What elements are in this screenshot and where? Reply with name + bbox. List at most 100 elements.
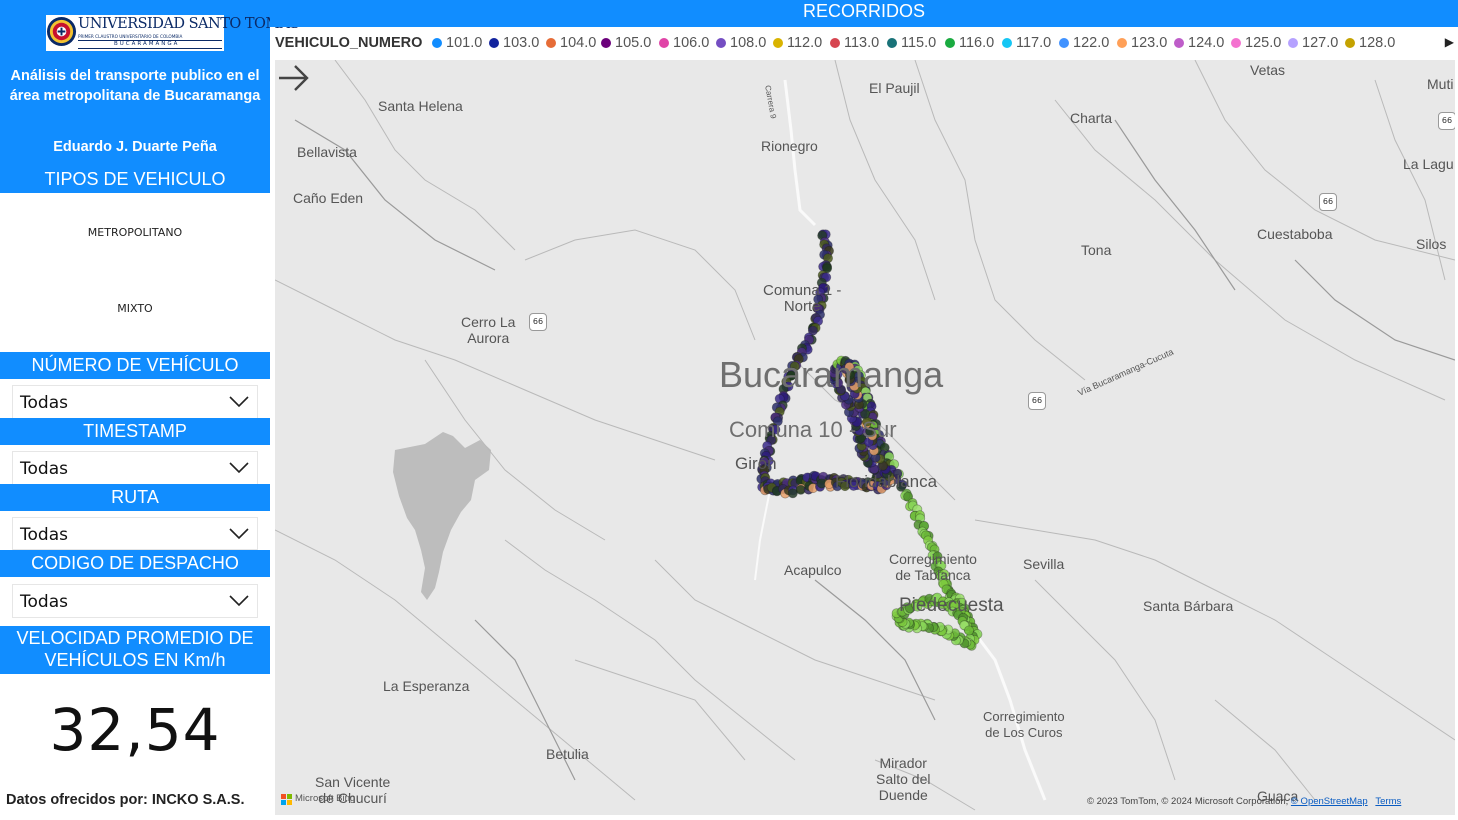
- route-shield: 66: [529, 313, 547, 331]
- place-label: Caño Eden: [293, 190, 364, 206]
- place-label: Girón: [735, 454, 777, 473]
- arrow-right-icon[interactable]: [275, 60, 311, 96]
- place-label-line: de Los Curos: [985, 725, 1063, 740]
- terms-link[interactable]: Terms: [1375, 796, 1401, 807]
- dropdown-value: Todas: [20, 592, 68, 612]
- place-label: La Esperanza: [383, 678, 470, 694]
- place-label-line: Norte: [783, 298, 821, 315]
- place-label: Cerro La Aurora: [461, 314, 515, 346]
- legend-item-112-0[interactable]: 112.0: [773, 35, 822, 51]
- report-author: Eduardo J. Duarte Peña: [53, 139, 217, 155]
- place-label: Rionegro: [761, 138, 818, 154]
- legend-item-122-0[interactable]: 122.0: [1059, 35, 1109, 51]
- ruta-dropdown[interactable]: Todas: [12, 517, 258, 550]
- codigo-despacho-header: CODIGO DE DESPACHO: [0, 550, 270, 577]
- chevron-down-icon: [229, 462, 249, 474]
- legend-item-117-0[interactable]: 117.0: [1002, 35, 1051, 51]
- place-label-line: Cerro La: [461, 314, 516, 330]
- legend-item-101-0[interactable]: 101.0: [432, 35, 482, 51]
- place-label: Corregimiento de Tablanca: [889, 551, 977, 583]
- tipos-vehiculo-header: TIPOS DE VEHICULO: [0, 166, 270, 193]
- velocidad-promedio-card: 32,54: [49, 696, 221, 764]
- place-label: Sevilla: [1023, 556, 1065, 572]
- legend-item-104-0[interactable]: 104.0: [546, 35, 596, 51]
- place-label-line: Duende: [878, 787, 928, 803]
- slicer-item-mixto[interactable]: MIXTO: [0, 302, 270, 315]
- place-label-line: de Tablanca: [895, 567, 971, 583]
- report-title: Análisis del transporte publico en el ár…: [9, 68, 261, 104]
- slicer-item-metropolitano[interactable]: METROPOLITANO: [0, 226, 270, 239]
- place-label: Cuestaboba: [1257, 226, 1333, 242]
- legend-label: 103.0: [503, 35, 540, 51]
- place-label-line: Salto del: [876, 771, 931, 787]
- place-label: Mirador Salto del Duende: [876, 755, 930, 803]
- legend-item-105-0[interactable]: 105.0: [601, 35, 651, 51]
- legend-item-113-0[interactable]: 113.0: [830, 35, 879, 51]
- legend-label: 104.0: [560, 35, 597, 51]
- legend-dot: [716, 38, 726, 48]
- place-label: Silos: [1416, 236, 1447, 252]
- recorridos-title: RECORRIDOS: [270, 0, 1458, 27]
- legend-scroll-right-icon[interactable]: ▶: [1445, 35, 1454, 49]
- velocidad-promedio-header: VELOCIDAD PROMEDIO DE VEHÍCULOS EN Km/h: [0, 626, 270, 674]
- legend-dot: [432, 38, 442, 48]
- place-label: Comuna 10 - Sur: [729, 417, 897, 442]
- openstreetmap-link[interactable]: © OpenStreetMap: [1291, 796, 1368, 807]
- legend-item-106-0[interactable]: 106.0: [659, 35, 709, 51]
- map-visual[interactable]: Santa Helena El Paujil Charta Vetas Muti…: [275, 60, 1455, 815]
- logo-divider: [78, 48, 222, 49]
- legend-dot: [945, 38, 955, 48]
- legend-dot: [489, 38, 499, 48]
- codigo-despacho-dropdown[interactable]: Todas: [12, 584, 258, 618]
- city-label: Bucaramanga: [719, 354, 944, 395]
- map-legend: VEHICULO_NUMERO 101.0 103.0 104.0 105.0 106.…: [275, 33, 1458, 55]
- legend-dot: [1059, 38, 1069, 48]
- numero-vehiculo-dropdown[interactable]: Todas: [12, 385, 258, 419]
- legend-label: 116.0: [959, 35, 995, 51]
- university-logo: UNIVERSIDAD SANTO TOMAS PRIMER CLAUSTRO …: [46, 15, 300, 51]
- chevron-down-icon: [229, 528, 249, 540]
- legend-item-108-0[interactable]: 108.0: [716, 35, 766, 51]
- legend-dot: [773, 38, 783, 48]
- legend-label: 117.0: [1016, 35, 1052, 51]
- place-label-line: Corregimiento: [889, 551, 977, 567]
- legend-label: 127.0: [1302, 35, 1339, 51]
- dropdown-value: Todas: [20, 459, 68, 479]
- legend-item-103-0[interactable]: 103.0: [489, 35, 539, 51]
- place-label: Santa Helena: [378, 98, 463, 114]
- microsoft-bing-label: Microsoft Bing: [295, 793, 356, 804]
- data-source-note: Datos ofrecidos por: INCKO S.A.S.: [6, 792, 245, 808]
- place-label: Vetas: [1250, 62, 1286, 78]
- legend-label: 128.0: [1359, 35, 1396, 51]
- legend-dot: [546, 38, 556, 48]
- place-label: Tona: [1081, 242, 1112, 258]
- legend-label: 112.0: [787, 35, 823, 51]
- microsoft-bing-logo: Microsoft Bing: [281, 793, 371, 807]
- route-shield: 66: [1438, 112, 1455, 130]
- legend-item-115-0[interactable]: 115.0: [887, 35, 936, 51]
- numero-vehiculo-header: NÚMERO DE VEHÍCULO: [0, 352, 270, 379]
- dropdown-value: Todas: [20, 525, 68, 545]
- legend-item-125-0[interactable]: 125.0: [1231, 35, 1281, 51]
- place-label-line: San Vicente: [315, 774, 391, 790]
- place-label-line: Corregimiento: [983, 709, 1065, 724]
- timestamp-dropdown[interactable]: Todas: [12, 451, 258, 485]
- legend-item-128-0[interactable]: 128.0: [1345, 35, 1395, 51]
- legend-item-127-0[interactable]: 127.0: [1288, 35, 1338, 51]
- legend-dot: [659, 38, 669, 48]
- place-label: Comuna 1 - Norte: [763, 283, 841, 315]
- place-label-line: Mirador: [879, 755, 927, 771]
- legend-dot: [1345, 38, 1355, 48]
- legend-label: 101.0: [446, 35, 483, 51]
- place-label: Acapulco: [784, 562, 842, 578]
- dropdown-value: Todas: [20, 393, 68, 413]
- place-label: Floridablanca: [835, 472, 938, 491]
- legend-item-116-0[interactable]: 116.0: [945, 35, 994, 51]
- university-city: BUCARAMANGA: [114, 41, 180, 47]
- legend-label: 123.0: [1131, 35, 1168, 51]
- legend-item-123-0[interactable]: 123.0: [1117, 35, 1167, 51]
- university-subtitle: PRIMER CLAUSTRO UNIVERSITARIO DE COLOMBI…: [78, 34, 183, 39]
- legend-item-124-0[interactable]: 124.0: [1174, 35, 1224, 51]
- university-name: UNIVERSIDAD SANTO TOMAS: [78, 16, 300, 32]
- place-label-line: Comuna 1 -: [763, 282, 842, 299]
